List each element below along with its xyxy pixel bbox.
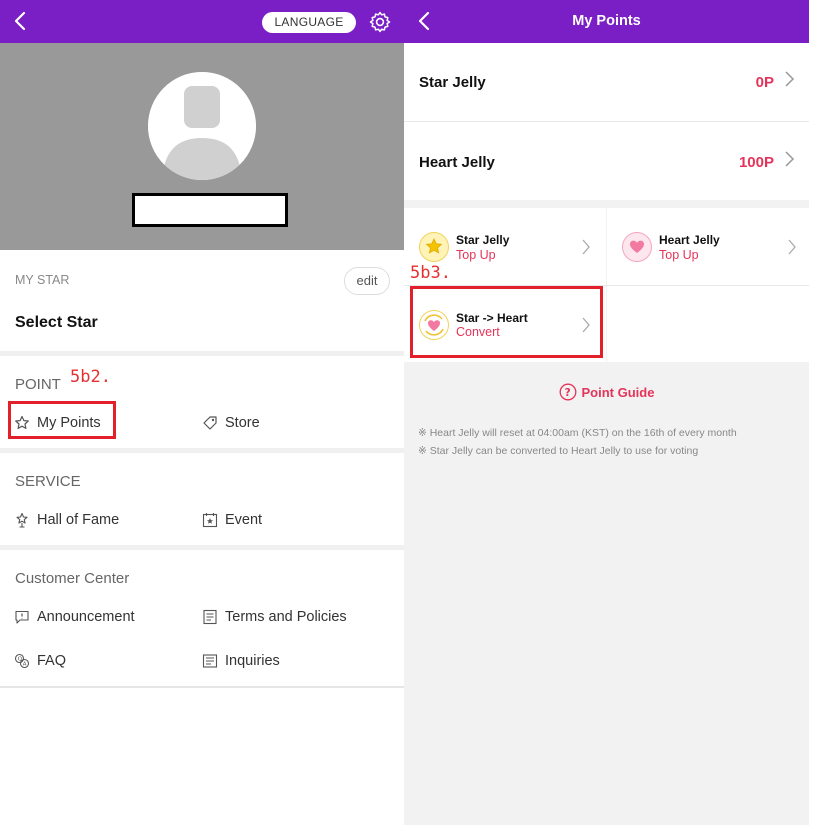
menu-item-inquiries[interactable]: Inquiries (202, 653, 280, 669)
section-divider (0, 686, 404, 688)
select-star-link[interactable]: Select Star (15, 314, 98, 332)
page-title: My Points (572, 13, 641, 29)
annotation-label-5b2: 5b2. (70, 367, 111, 387)
menu-item-label: Hall of Fame (37, 512, 120, 528)
settings-gear-icon[interactable] (368, 10, 392, 34)
svg-text:?: ? (564, 387, 570, 399)
menu-item-announcement[interactable]: Announcement (14, 609, 135, 625)
menu-item-label: My Points (37, 415, 101, 431)
menu-item-label: FAQ (37, 653, 67, 669)
menu-item-faq[interactable]: QA FAQ (14, 653, 66, 669)
faq-bubbles-icon: QA (14, 653, 30, 669)
card-subtitle: Top Up (659, 248, 699, 262)
redacted-username-box (132, 193, 288, 227)
inquiry-document-icon (202, 653, 218, 669)
star-jelly-value: 0P (755, 74, 774, 91)
menu-item-label: Inquiries (225, 653, 280, 669)
avatar[interactable] (148, 72, 256, 180)
star-jelly-label: Star Jelly (419, 74, 486, 91)
info-note: ※ Heart Jelly will reset at 04:00am (KST… (418, 427, 737, 439)
menu-item-label: Terms and Policies (225, 609, 347, 625)
menu-item-label: Store (225, 415, 260, 431)
menu-item-my-points[interactable]: My Points (14, 415, 101, 431)
chevron-right-icon (581, 238, 591, 261)
heart-jelly-label: Heart Jelly (419, 154, 495, 171)
menu-item-label: Event (225, 512, 263, 528)
service-section-label: SERVICE (15, 473, 81, 490)
chevron-right-icon (787, 238, 797, 261)
star-outline-icon (14, 415, 30, 431)
profile-panel: LANGUAGE MY STAR edit Select Star POINT … (0, 0, 404, 825)
star-coin-icon (419, 232, 449, 262)
info-note: ※ Star Jelly can be converted to Heart J… (418, 445, 699, 457)
menu-item-terms-and-policies[interactable]: Terms and Policies (202, 609, 347, 625)
heart-coin-icon (622, 232, 652, 262)
calendar-star-icon (202, 512, 218, 528)
document-icon (202, 609, 218, 625)
point-guide-label: Point Guide (581, 384, 655, 400)
heart-jelly-value: 100P (738, 154, 774, 171)
highlight-box-convert (410, 286, 603, 358)
point-guide-link[interactable]: ? Point Guide (404, 383, 809, 404)
chevron-right-icon (784, 149, 796, 175)
annotation-label-5b3: 5b3. (410, 263, 451, 283)
my-star-label: MY STAR (15, 273, 70, 287)
star-jelly-row[interactable]: Star Jelly 0P (404, 43, 809, 121)
svg-text:A: A (23, 662, 27, 668)
heart-jelly-row[interactable]: Heart Jelly 100P (404, 122, 809, 200)
card-subtitle: Top Up (456, 248, 496, 262)
speech-bubble-icon (14, 609, 30, 625)
question-circle-icon: ? (559, 383, 577, 401)
top-bar: My Points (404, 0, 809, 43)
top-bar: LANGUAGE (0, 0, 404, 43)
trophy-star-icon (14, 512, 30, 528)
card-title: Heart Jelly (659, 233, 720, 247)
menu-item-event[interactable]: Event (202, 512, 262, 528)
chevron-right-icon (784, 69, 796, 95)
empty-card (607, 286, 809, 362)
my-points-panel: My Points Star Jelly 0P Heart Jelly 100P… (404, 0, 809, 825)
point-section-label: POINT (15, 376, 61, 393)
language-button[interactable]: LANGUAGE (262, 12, 356, 33)
back-icon[interactable] (8, 8, 34, 34)
card-title: Star Jelly (456, 233, 510, 247)
menu-item-label: Announcement (37, 609, 135, 625)
section-divider (0, 545, 404, 550)
section-divider (0, 351, 404, 356)
menu-item-store[interactable]: Store (202, 415, 260, 431)
section-divider (0, 448, 404, 453)
menu-item-hall-of-fame[interactable]: Hall of Fame (14, 512, 119, 528)
customer-center-label: Customer Center (15, 570, 130, 587)
heart-jelly-top-up-card[interactable]: Heart Jelly Top Up (607, 208, 809, 285)
edit-button[interactable]: edit (344, 267, 390, 295)
store-tag-icon (202, 415, 218, 431)
